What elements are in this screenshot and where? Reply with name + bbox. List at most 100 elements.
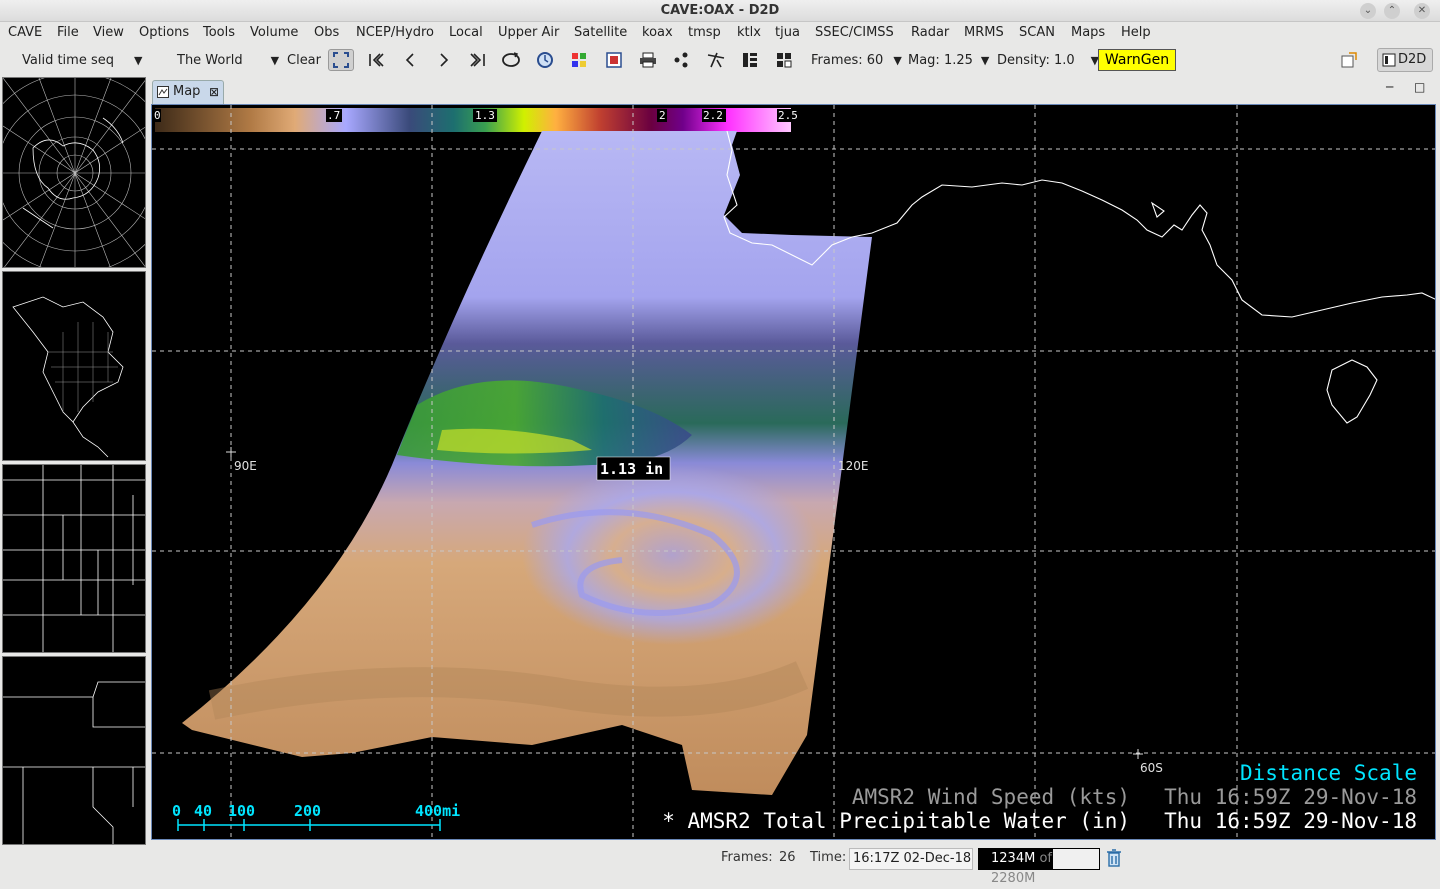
grid-cross-marker <box>1133 749 1143 759</box>
menu-file[interactable]: File <box>57 25 79 40</box>
amsr2-tpw-swath <box>182 131 872 795</box>
memory-total: 2280M <box>991 871 1036 886</box>
colorbar-label-0: 0 <box>154 109 161 122</box>
four-panel-icon[interactable] <box>771 49 797 71</box>
toolbar: Valid time seq ▼ The World ▼ Clear Frames:… <box>0 44 1440 76</box>
time-mode-dropdown[interactable]: Valid time seq ▼ <box>22 44 142 76</box>
map-display[interactable]: 0 .7 1.3 2 2.2 2.5 90E 120E 60S 1.13 in … <box>151 104 1436 840</box>
menu-volume[interactable]: Volume <box>250 25 298 40</box>
menu-obs[interactable]: Obs <box>314 25 339 40</box>
frames-status-value: 26 <box>779 850 796 865</box>
map-icon <box>157 86 169 98</box>
menu-ktlx[interactable]: ktlx <box>737 25 761 40</box>
d2d-label: D2D <box>1398 52 1427 67</box>
colorbar-label-13: 1.3 <box>475 109 495 122</box>
memory-usage-free <box>1053 849 1099 869</box>
last-frame-icon[interactable] <box>465 49 491 71</box>
legend-tpw-time: Thu 16:59Z 29-Nov-18 <box>1164 809 1417 833</box>
menu-scan[interactable]: SCAN <box>1019 25 1055 40</box>
menu-ncep-hydro[interactable]: NCEP/Hydro <box>356 25 434 40</box>
menu-maps[interactable]: Maps <box>1071 25 1105 40</box>
scale-tick-40: 40 <box>194 802 212 820</box>
minimize-icon[interactable]: ⌄ <box>1360 3 1376 19</box>
thumbnail-north-america[interactable] <box>2 271 146 461</box>
clear-button[interactable]: Clear <box>287 44 321 76</box>
time-sync-icon[interactable] <box>532 49 558 71</box>
density-dropdown[interactable]: Density: 1.0 ▼ <box>997 44 1099 76</box>
chevron-down-icon: ▼ <box>270 53 280 67</box>
points-icon[interactable] <box>669 49 695 71</box>
frames-label: Frames: 60 <box>811 52 884 68</box>
distance-scale-bar: 0 40 100 200 400mi <box>172 802 460 831</box>
frames-dropdown[interactable]: Frames: 60 ▼ <box>811 44 902 76</box>
mag-label: Mag: 1.25 <box>908 52 973 68</box>
colorbar-label-07: .7 <box>327 109 340 122</box>
thumbnail-panel <box>0 76 148 848</box>
panel-layout-icon[interactable] <box>737 49 763 71</box>
menu-radar[interactable]: Radar <box>911 25 949 40</box>
legend-wind-speed-time: Thu 16:59Z 29-Nov-18 <box>1164 785 1417 809</box>
d2d-perspective-button[interactable]: D2D <box>1377 48 1433 72</box>
colorbar-label-25: 2.5 <box>778 109 798 122</box>
colorbar-label-22: 2.2 <box>703 109 723 122</box>
menu-local[interactable]: Local <box>449 25 483 40</box>
warngen-button[interactable]: WarnGen <box>1098 49 1176 71</box>
thumbnail-nebraska[interactable] <box>2 656 146 845</box>
window-titlebar: CAVE:OAX - D2D ⌄ ⌃ ✕ <box>0 0 1440 22</box>
image-properties-icon[interactable] <box>601 49 627 71</box>
menu-tjua[interactable]: tjua <box>775 25 800 40</box>
menu-koax[interactable]: koax <box>642 25 673 40</box>
tab-map[interactable]: Map ⊠ <box>152 80 224 104</box>
time-status-label: Time: <box>810 850 847 865</box>
menu-options[interactable]: Options <box>139 25 189 40</box>
previous-frame-icon[interactable] <box>397 49 423 71</box>
menu-cave[interactable]: CAVE <box>8 25 42 40</box>
time-status-value: 16:17Z 02-Dec-18 <box>849 848 973 870</box>
memory-used: 1234M <box>991 851 1036 866</box>
next-frame-icon[interactable] <box>431 49 457 71</box>
menu-mrms[interactable]: MRMS <box>964 25 1004 40</box>
area-label: The World <box>177 52 243 68</box>
open-perspective-icon[interactable] <box>1336 49 1362 71</box>
colormap-icon[interactable] <box>566 49 592 71</box>
maximize-icon[interactable]: ⌃ <box>1384 3 1400 19</box>
menu-satellite[interactable]: Satellite <box>574 25 627 40</box>
distance-scale-legend[interactable]: Distance Scale <box>1240 761 1417 785</box>
legend-wind-speed-product[interactable]: AMSR2 Wind Speed (kts) <box>852 785 1130 809</box>
baselines-icon[interactable] <box>703 49 729 71</box>
area-dropdown[interactable]: The World ▼ <box>177 44 279 76</box>
trash-icon[interactable] <box>1106 849 1122 867</box>
print-icon[interactable] <box>635 49 661 71</box>
close-icon[interactable]: ✕ <box>1414 3 1430 19</box>
map-canvas[interactable]: 0 .7 1.3 2 2.2 2.5 90E 120E 60S 1.13 in … <box>152 105 1436 840</box>
time-mode-label: Valid time seq <box>22 52 114 68</box>
menu-view[interactable]: View <box>93 25 124 40</box>
scale-tick-200: 200 <box>294 802 321 820</box>
frames-status-label: Frames: <box>721 850 773 865</box>
tab-map-label: Map <box>173 84 201 99</box>
menu-help[interactable]: Help <box>1121 25 1151 40</box>
thumbnail-central-states[interactable] <box>2 464 146 653</box>
minimize-pane-icon[interactable]: ─ <box>1386 80 1393 94</box>
menu-ssec-cimss[interactable]: SSEC/CIMSS <box>815 25 894 40</box>
scale-tick-400mi: 400mi <box>415 802 460 820</box>
chevron-down-icon: ▼ <box>980 53 990 67</box>
menu-upper-air[interactable]: Upper Air <box>498 25 559 40</box>
memory-usage-meter: 1234M of 2280M <box>978 848 1100 886</box>
menu-tools[interactable]: Tools <box>203 25 235 40</box>
maximize-pane-icon[interactable]: □ <box>1414 80 1425 94</box>
lon-label-120e: 120E <box>838 459 869 473</box>
close-tab-icon[interactable]: ⊠ <box>209 81 219 103</box>
first-frame-icon[interactable] <box>363 49 389 71</box>
grid-cross-marker <box>226 447 236 457</box>
menu-tmsp[interactable]: tmsp <box>688 25 721 40</box>
colorbar-label-2: 2 <box>659 109 666 122</box>
status-bar: Frames: 26 Time: 16:17Z 02-Dec-18 1234M … <box>0 845 1440 886</box>
legend-tpw-product[interactable]: * AMSR2 Total Precipitable Water (in) <box>662 809 1130 833</box>
zoom-extent-icon[interactable] <box>328 49 354 71</box>
density-label: Density: 1.0 <box>997 52 1075 68</box>
d2d-icon <box>1382 53 1396 67</box>
mag-dropdown[interactable]: Mag: 1.25 ▼ <box>908 44 989 76</box>
loop-icon[interactable] <box>498 49 524 71</box>
thumbnail-polar-projection[interactable] <box>2 77 146 268</box>
